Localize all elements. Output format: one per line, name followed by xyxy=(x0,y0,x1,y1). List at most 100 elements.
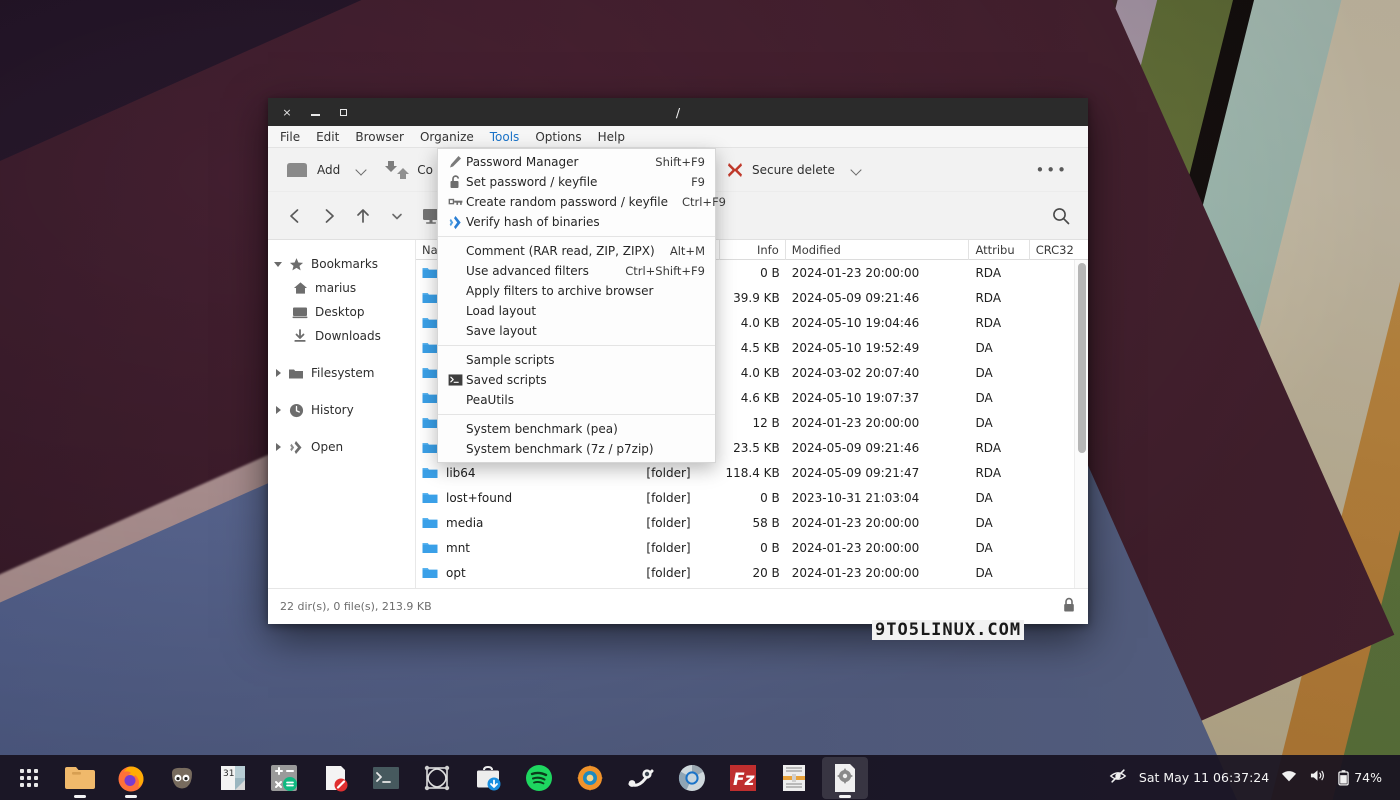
sidebar-item-desktop[interactable]: Desktop xyxy=(268,300,415,324)
taskbar-app-firefox[interactable] xyxy=(108,757,154,799)
add-button[interactable]: Add xyxy=(278,156,346,184)
twisty-closed-icon[interactable] xyxy=(272,366,286,380)
menu-options[interactable]: Options xyxy=(527,126,589,147)
menu-item-shortcut: Ctrl+F9 xyxy=(681,195,726,209)
eye-off-icon[interactable] xyxy=(1109,767,1127,789)
taskbar-app-peazip[interactable] xyxy=(822,756,868,799)
search-button[interactable] xyxy=(1046,201,1076,231)
history-dropdown-button[interactable] xyxy=(382,201,412,231)
twisty-closed-icon-history[interactable] xyxy=(272,403,286,417)
cell-info: [folder] xyxy=(646,490,691,505)
twisty-open-icon[interactable] xyxy=(272,257,286,271)
steam-icon xyxy=(628,768,654,787)
column-header-modified[interactable]: Modified xyxy=(786,239,970,260)
menu-item-sample-scripts[interactable]: Sample scripts xyxy=(438,350,715,370)
menu-item-create-random-password-keyfile[interactable]: Create random password / keyfile Ctrl+F9 xyxy=(438,192,726,212)
sidebar-item-filesystem[interactable]: Filesystem xyxy=(268,361,415,385)
menu-item-save-layout[interactable]: Save layout xyxy=(438,321,715,341)
taskbar-app-chromium[interactable] xyxy=(669,757,715,799)
menu-item-load-layout[interactable]: Load layout xyxy=(438,301,715,321)
taskbar-app-archive-manager[interactable] xyxy=(771,757,817,799)
table-row[interactable]: opt [folder] 20 B 2024-01-23 20:00:00 DA xyxy=(416,560,1088,585)
sidebar-item-marius[interactable]: marius xyxy=(268,276,415,300)
folder-icon xyxy=(422,368,438,378)
menubar: File Edit Browser Organize Tools Options… xyxy=(268,126,1088,148)
sidebar-item-bookmarks[interactable]: Bookmarks xyxy=(268,252,415,276)
taskbar-app-text-editor[interactable] xyxy=(312,757,358,799)
star-icon xyxy=(286,257,306,272)
taskbar-app-steam[interactable] xyxy=(618,757,664,799)
menu-item-label: Create random password / keyfile xyxy=(466,195,668,209)
menu-item-comment-rar-read-zip-zipx[interactable]: Comment (RAR read, ZIP, ZIPX) Alt+M xyxy=(438,241,715,261)
minimize-button[interactable] xyxy=(302,101,328,123)
back-button[interactable] xyxy=(280,201,310,231)
menu-item-label: System benchmark (7z / p7zip) xyxy=(466,442,654,456)
taskbar-app-app-grid[interactable] xyxy=(6,757,52,799)
menu-item-set-password-keyfile[interactable]: Set password / keyfile F9 xyxy=(438,172,715,192)
menu-edit[interactable]: Edit xyxy=(308,126,347,147)
taskbar-app-filezilla[interactable]: Fz xyxy=(720,757,766,799)
menu-file[interactable]: File xyxy=(272,126,308,147)
table-row[interactable]: lost+found [folder] 0 B 2023-10-31 21:03:04… xyxy=(416,485,1088,510)
tools-dropdown-menu[interactable]: Password Manager Shift+F9 Set password / k… xyxy=(437,148,726,463)
text-editor-icon xyxy=(326,765,348,791)
table-row[interactable]: mnt [folder] 0 B 2024-01-23 20:00:00 DA xyxy=(416,535,1088,560)
menu-item-label: Load layout xyxy=(466,304,537,318)
convert-button[interactable]: Co xyxy=(378,155,439,185)
xnview-icon xyxy=(577,764,603,791)
taskbar-app-software-store[interactable] xyxy=(465,757,511,799)
menu-item-saved-scripts[interactable]: Saved scripts xyxy=(438,370,715,390)
menu-item-use-advanced-filters[interactable]: Use advanced filters Ctrl+Shift+F9 xyxy=(438,261,715,281)
menu-item-system-benchmark-pea[interactable]: System benchmark (pea) xyxy=(438,419,715,439)
sidebar-item-open[interactable]: Open xyxy=(268,435,415,459)
maximize-button[interactable] xyxy=(330,101,356,123)
taskbar-app-calendar[interactable]: 31 xyxy=(210,757,256,799)
taskbar-clock[interactable]: Sat May 11 06:37:24 xyxy=(1139,770,1269,785)
taskbar-app-gimp[interactable] xyxy=(159,757,205,799)
forward-button[interactable] xyxy=(314,201,344,231)
sidebar-item-history[interactable]: History xyxy=(268,398,415,422)
menu-item-label: Saved scripts xyxy=(466,373,547,387)
wifi-icon[interactable] xyxy=(1281,768,1297,787)
secure-delete-button[interactable]: Secure delete xyxy=(719,156,841,184)
menu-tools[interactable]: Tools xyxy=(482,126,528,147)
menu-item-apply-filters-to-archive-browser[interactable]: Apply filters to archive browser xyxy=(438,281,715,301)
sidebar-tree[interactable]: Bookmarks marius Desktop Downloads Files… xyxy=(268,240,416,588)
secure-delete-dropdown-caret[interactable] xyxy=(851,164,863,176)
table-row[interactable]: lib64 [folder] 118.4 KB 2024-05-09 09:21:47… xyxy=(416,460,1088,485)
spotify-icon xyxy=(526,764,552,791)
taskbar-app-files[interactable] xyxy=(57,757,103,799)
menu-organize[interactable]: Organize xyxy=(412,126,482,147)
pencil-icon xyxy=(444,155,466,169)
taskbar-app-terminal[interactable] xyxy=(363,757,409,799)
menu-item-system-benchmark-7z-p7zip[interactable]: System benchmark (7z / p7zip) xyxy=(438,439,715,459)
menu-item-verify-hash-of-binaries[interactable]: Verify hash of binaries xyxy=(438,212,715,232)
taskbar-app-calculator[interactable] xyxy=(261,757,307,799)
menu-browser[interactable]: Browser xyxy=(347,126,412,147)
table-row[interactable]: media [folder] 58 B 2024-01-23 20:00:00 DA xyxy=(416,510,1088,535)
menu-item-password-manager[interactable]: Password Manager Shift+F9 xyxy=(438,152,715,172)
menu-help[interactable]: Help xyxy=(590,126,633,147)
battery-status[interactable]: 74% xyxy=(1338,769,1382,786)
close-button[interactable]: × xyxy=(274,101,300,123)
column-header-info[interactable]: Info xyxy=(720,239,786,260)
menu-item-label: Use advanced filters xyxy=(466,264,589,278)
taskbar-app-spotify[interactable] xyxy=(516,757,562,799)
toolbar-overflow-button[interactable]: ••• xyxy=(1025,161,1078,179)
padlock-icon[interactable] xyxy=(1062,597,1076,616)
twisty-closed-icon-open[interactable] xyxy=(272,440,286,454)
sidebar-item-downloads[interactable]: Downloads xyxy=(268,324,415,348)
taskbar-app-xnview[interactable] xyxy=(567,757,613,799)
column-header-crc32[interactable]: CRC32 xyxy=(1030,240,1088,260)
column-header-attributes[interactable]: Attribu xyxy=(969,239,1030,260)
taskbar-app-blender[interactable] xyxy=(414,757,460,799)
menu-item-label: Apply filters to archive browser xyxy=(466,284,654,298)
gimp-icon xyxy=(172,767,192,788)
scrollbar-thumb[interactable] xyxy=(1078,263,1086,453)
vertical-scrollbar[interactable] xyxy=(1074,260,1088,588)
add-dropdown-caret[interactable] xyxy=(356,164,368,176)
up-button[interactable] xyxy=(348,201,378,231)
speaker-icon[interactable] xyxy=(1309,768,1326,787)
convert-label: Co xyxy=(417,162,433,177)
menu-item-peautils[interactable]: PeaUtils xyxy=(438,390,715,410)
